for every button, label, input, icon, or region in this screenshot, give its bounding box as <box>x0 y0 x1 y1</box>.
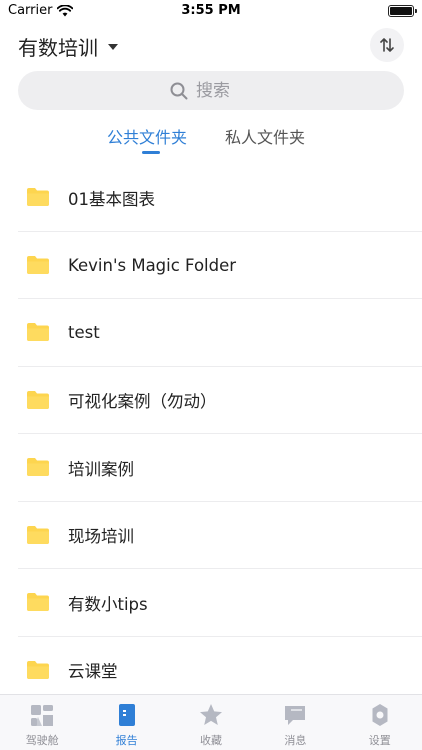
tabbar-label: 消息 <box>284 734 307 747</box>
folder-icon <box>27 255 49 274</box>
sort-icon <box>380 38 394 52</box>
wifi-icon <box>57 4 74 16</box>
header: 有数培训 <box>0 22 422 68</box>
tabbar-item-report[interactable]: 报告 <box>84 695 168 750</box>
gear-icon <box>372 704 388 726</box>
folder-icon <box>27 390 49 409</box>
status-bar: Carrier 3:55 PM <box>0 0 422 22</box>
tab-public-folders[interactable]: 公共文件夹 <box>107 124 187 148</box>
sort-button[interactable] <box>370 28 404 62</box>
list-item[interactable]: 01基本图表 <box>0 164 422 232</box>
carrier-label: Carrier <box>8 3 53 18</box>
tab-private-folders[interactable]: 私人文件夹 <box>225 124 305 148</box>
folder-name: test <box>68 323 100 343</box>
folder-icon <box>27 660 49 679</box>
folder-icon <box>27 593 49 611</box>
folder-name: 有数小tips <box>68 594 148 614</box>
folder-icon <box>27 525 49 544</box>
search-bar[interactable] <box>18 71 404 110</box>
active-tab-indicator <box>142 151 160 154</box>
search-input[interactable] <box>196 80 252 101</box>
org-title: 有数培训 <box>18 36 98 60</box>
battery-icon <box>388 5 417 17</box>
folder-name: 现场培训 <box>68 527 134 547</box>
list-item[interactable]: 培训案例 <box>0 434 422 502</box>
folder-name: 可视化案例（勿动） <box>68 392 217 412</box>
folder-icon <box>27 458 49 476</box>
star-icon <box>199 704 222 725</box>
tabbar-item-favorites[interactable]: 收藏 <box>169 695 253 750</box>
carrier-indicator: Carrier <box>8 3 74 18</box>
org-selector[interactable]: 有数培训 <box>18 32 118 61</box>
list-item[interactable]: 可视化案例（勿动） <box>0 367 422 435</box>
folder-list: 01基本图表 Kevin's Magic Folder test 可视化案例（勿… <box>0 164 422 704</box>
tabbar-label: 驾驶舱 <box>25 734 59 747</box>
cockpit-icon <box>31 705 54 726</box>
list-item[interactable]: test <box>0 299 422 367</box>
folder-icon <box>27 323 49 341</box>
folder-icon <box>27 188 49 206</box>
folder-name: 培训案例 <box>68 459 134 479</box>
list-item[interactable]: 现场培训 <box>0 502 422 570</box>
folder-name: 01基本图表 <box>68 189 155 209</box>
tabbar-item-settings[interactable]: 设置 <box>338 695 422 750</box>
list-item[interactable]: 有数小tips <box>0 569 422 637</box>
folder-name: 云课堂 <box>68 662 118 682</box>
folder-name: Kevin's Magic Folder <box>68 255 237 275</box>
search-icon <box>170 82 188 99</box>
folder-tabs: 公共文件夹 私人文件夹 <box>0 118 422 158</box>
tabbar-label: 设置 <box>368 734 391 747</box>
tabbar-label: 报告 <box>115 734 138 747</box>
tabbar-item-cockpit[interactable]: 驾驶舱 <box>0 695 84 750</box>
message-icon <box>285 706 306 725</box>
tabbar-label: 收藏 <box>199 734 222 747</box>
list-item[interactable]: Kevin's Magic Folder <box>0 232 422 300</box>
caret-down-icon <box>108 43 118 50</box>
bottom-tab-bar: 驾驶舱 报告 收藏 消息 设置 <box>0 694 422 750</box>
report-icon <box>118 704 135 726</box>
tabbar-item-messages[interactable]: 消息 <box>253 695 337 750</box>
